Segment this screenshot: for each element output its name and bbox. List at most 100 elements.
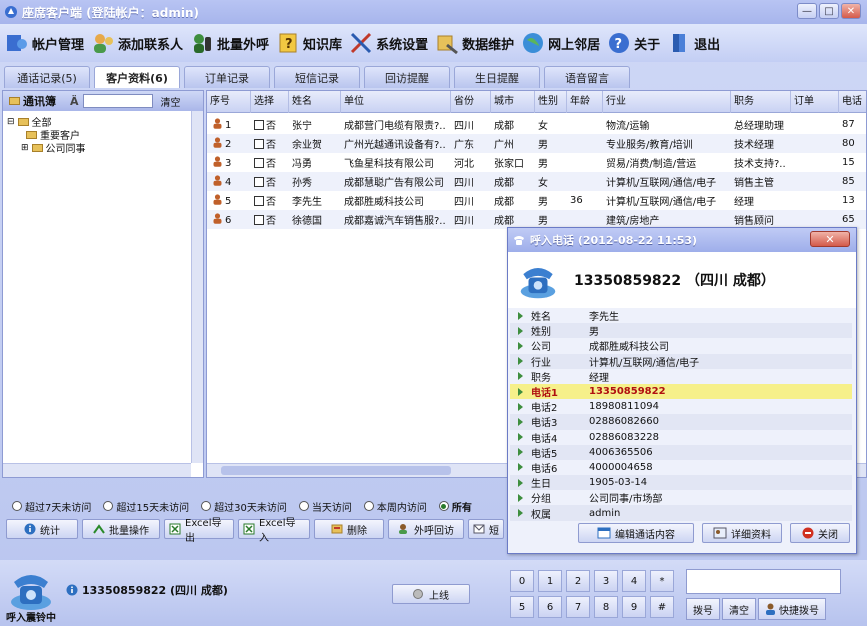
minimize-button[interactable]: — (797, 3, 817, 19)
cell-text: 男 (538, 159, 548, 170)
dial-button[interactable]: 拨号 (686, 598, 720, 620)
toolbar-account[interactable]: 帐户管理 (4, 30, 84, 56)
row-checkbox[interactable] (254, 177, 264, 187)
keypad-key[interactable]: 8 (594, 596, 618, 618)
maximize-button[interactable]: □ (819, 3, 839, 19)
edit-icon (597, 527, 611, 539)
online-button[interactable]: 上线 (392, 584, 470, 604)
toolbar-settings[interactable]: 系统设置 (348, 30, 428, 56)
popup-close-button[interactable]: ✕ (810, 231, 850, 247)
column-header[interactable]: 选择 (251, 91, 289, 113)
edit-call-content-button[interactable]: 编辑通话内容 (578, 523, 694, 543)
close-button[interactable]: ✕ (841, 3, 861, 19)
action-button-1[interactable]: 批量操作 (82, 519, 160, 539)
popup-actions: 编辑通话内容 详细资料 关闭 (578, 523, 850, 543)
clear-dial-button[interactable]: 清空 (722, 598, 756, 620)
tree-horizontal-scrollbar[interactable] (3, 463, 191, 477)
visit-filter-radio[interactable]: 超过15天未访问 (103, 499, 189, 514)
row-checkbox[interactable] (254, 215, 264, 225)
column-header[interactable]: 省份 (451, 91, 491, 113)
keypad-key[interactable]: 3 (594, 570, 618, 592)
table-row[interactable]: 3 否 冯勇 飞鱼星科技有限公司 河北 张家口 男 贸易/消费/制造/营运 技术支持?.. 15 (207, 153, 866, 172)
row-checkbox[interactable] (254, 120, 264, 130)
toolbar-data[interactable]: 数据维护 (434, 30, 514, 56)
keypad-key[interactable]: 6 (538, 596, 562, 618)
address-book-search[interactable] (82, 94, 153, 108)
tab-revisit[interactable]: 回访提醒 (364, 66, 450, 88)
toolbar-exit[interactable]: 退出 (666, 30, 720, 56)
radio-circle[interactable] (363, 501, 374, 511)
detail-info-button[interactable]: 详细资料 (702, 523, 782, 543)
cell-text: 销售主管 (734, 178, 774, 189)
tab-birthday[interactable]: 生日提醒 (454, 66, 540, 88)
visit-filter-radio[interactable]: 超过7天未访问 (12, 499, 91, 514)
row-checkbox[interactable] (254, 158, 264, 168)
action-button-0[interactable]: 统计 (6, 519, 78, 539)
keypad-key[interactable]: 1 (538, 570, 562, 592)
column-header[interactable]: 性别 (535, 91, 567, 113)
tree-node-all[interactable]: ⊟ 全部 (7, 115, 203, 130)
action-button-5[interactable]: 外呼回访 (388, 519, 464, 539)
dial-input[interactable] (686, 569, 841, 594)
table-row[interactable]: 1 否 张宁 成都营门电缆有限责?.. 四川 成都 女 物流/运输 总经理助理 87 (207, 115, 866, 134)
toolbar-add-contact[interactable]: 添加联系人 (90, 30, 183, 56)
visit-filter-radio[interactable]: 当天访问 (298, 499, 352, 514)
radio-circle[interactable] (438, 501, 449, 511)
table-row[interactable]: 2 否 余业贺 广州光越通讯设备有?.. 广东 广州 男 专业服务/教育/培训 技术经理 80 (207, 134, 866, 153)
visit-filter-radio[interactable]: 所有 (438, 499, 472, 514)
action-button-2[interactable]: Excel导出 (164, 518, 234, 544)
radio-circle[interactable] (12, 501, 22, 511)
column-header[interactable]: 城市 (491, 91, 535, 113)
column-header[interactable]: 电话 (839, 91, 866, 113)
tab-voicemail[interactable]: 语音留言 (544, 66, 630, 88)
keypad-key[interactable]: 2 (566, 570, 590, 592)
scrollbar-thumb[interactable] (221, 466, 451, 475)
tab-sms[interactable]: 短信记录 (274, 66, 360, 88)
radio-circle[interactable] (201, 501, 212, 511)
clear-button[interactable]: 清空 (161, 94, 181, 109)
column-header[interactable]: 年龄 (567, 91, 603, 113)
keypad-key[interactable]: 9 (622, 596, 646, 618)
tab-orders[interactable]: 订单记录 (184, 66, 270, 88)
keypad-key[interactable]: # (650, 596, 674, 618)
tree-node-important[interactable]: 重要客户 (7, 128, 203, 142)
keypad-key[interactable]: 4 (622, 570, 646, 592)
action-button-3[interactable]: Excel导入 (238, 518, 310, 544)
column-header[interactable]: 单位 (341, 91, 451, 113)
tree-collapse-icon[interactable]: ⊟ (7, 117, 15, 127)
contact-icon (213, 213, 222, 224)
column-header[interactable]: 序号 (207, 91, 251, 113)
toolbar-knowledge[interactable]: ? 知识库 (275, 30, 342, 56)
cell-text: 专业服务/教育/培训 (606, 140, 693, 151)
radio-circle[interactable] (103, 501, 114, 511)
column-header[interactable]: 订单 (791, 91, 839, 113)
visit-filter-radio[interactable]: 超过30天未访问 (201, 499, 287, 514)
keypad-key[interactable]: * (650, 570, 674, 592)
toolbar-batch-call[interactable]: 批量外呼 (189, 30, 269, 56)
keypad-key[interactable]: 5 (510, 596, 534, 618)
row-checkbox[interactable] (254, 139, 264, 149)
table-row[interactable]: 5 否 李先生 成都胜威科技公司 四川 成都 男 36 计算机/互联网/通信/电子 经理 13 (207, 191, 866, 210)
column-header[interactable]: 行业 (603, 91, 731, 113)
popup-close-action[interactable]: 关闭 (790, 523, 850, 543)
incoming-caller: 13350859822 (四川 成都) (66, 582, 228, 598)
tree-expand-icon[interactable]: ⊞ (21, 143, 29, 153)
visit-filter-radio[interactable]: 本周内访问 (363, 499, 427, 514)
table-row[interactable]: 4 否 孙秀 成都慧聪广告有限公司 四川 成都 女 计算机/互联网/通信/电子 销售主管 85 (207, 172, 866, 191)
radio-circle[interactable] (298, 501, 309, 511)
action-button-6[interactable]: 短 (468, 519, 504, 539)
tab-call-records[interactable]: 通话记录(5) (4, 66, 90, 88)
toolbar-network[interactable]: 网上邻居 (520, 30, 600, 56)
column-header[interactable]: 职务 (731, 91, 791, 113)
speed-dial-button[interactable]: 快捷拨号 (758, 598, 826, 620)
action-button-4[interactable]: 删除 (314, 519, 384, 539)
find-icon[interactable]: Ä (70, 95, 79, 108)
tree-vertical-scrollbar[interactable] (191, 111, 203, 463)
tab-customer-info[interactable]: 客户资料(6) (94, 66, 180, 88)
keypad-key[interactable]: 7 (566, 596, 590, 618)
tree-node-colleagues[interactable]: ⊞ 公司同事 (7, 141, 203, 156)
row-checkbox[interactable] (254, 196, 264, 206)
column-header[interactable]: 姓名 (289, 91, 341, 113)
toolbar-about[interactable]: ? 关于 (606, 30, 660, 56)
keypad-key[interactable]: 0 (510, 570, 534, 592)
